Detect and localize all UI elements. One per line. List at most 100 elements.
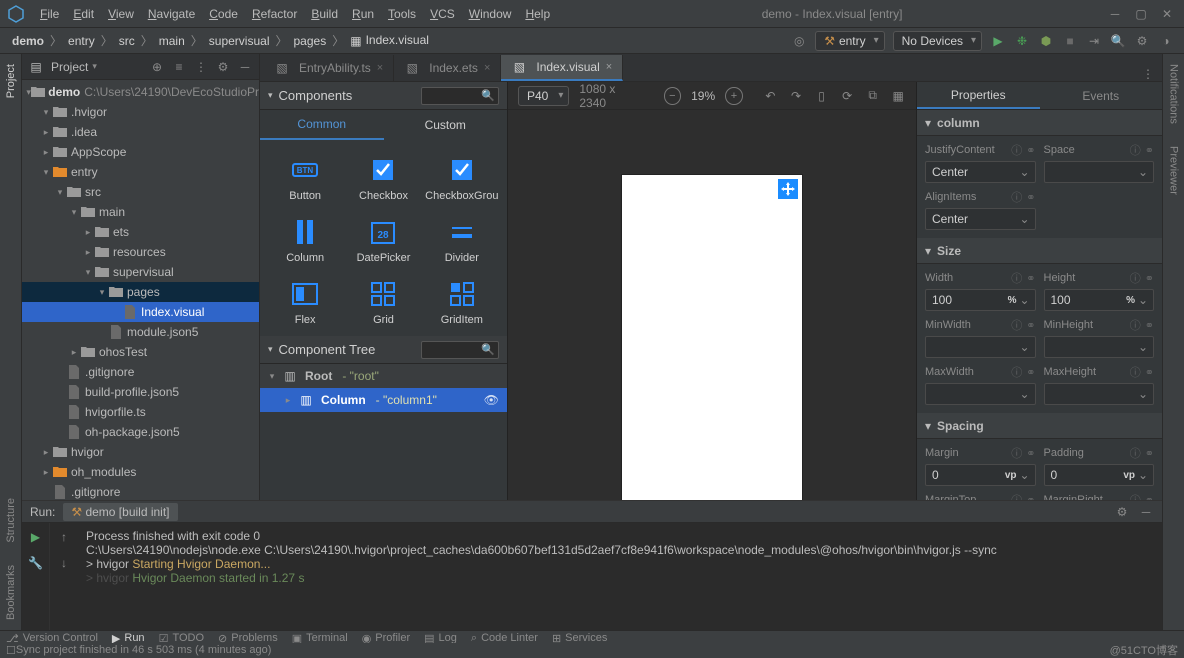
link-icon[interactable]: ⚭ <box>1026 272 1035 285</box>
components-search[interactable]: 🔍 <box>421 87 499 105</box>
ctree-column[interactable]: ▸▥Column- "column1"👁 <box>260 388 507 412</box>
component-tree-search[interactable]: 🔍 <box>421 341 499 359</box>
field-margin[interactable]: 0vp <box>925 464 1036 486</box>
tabs-more-icon[interactable]: ⋮ <box>1134 67 1162 81</box>
debug-icon[interactable]: ❉ <box>1014 33 1030 49</box>
field-padding[interactable]: 0vp <box>1044 464 1155 486</box>
gutter-tab-structure[interactable]: Structure <box>5 494 17 547</box>
rotate-icon[interactable]: ⟳ <box>839 88 855 104</box>
breadcrumb-entry[interactable]: entry <box>66 34 97 48</box>
down-icon[interactable]: ↓ <box>56 555 72 571</box>
link-icon[interactable]: ⚭ <box>1026 319 1035 332</box>
link-icon[interactable]: ⚭ <box>1145 144 1154 157</box>
breadcrumb-demo[interactable]: demo <box>10 34 46 48</box>
field-space[interactable] <box>1044 161 1155 183</box>
tree-item-.idea[interactable]: ▸.idea <box>22 122 259 142</box>
field-maxwidth[interactable] <box>925 383 1036 405</box>
group-column[interactable]: ▾column <box>917 110 1162 136</box>
gutter-tab-project[interactable]: Project <box>5 60 17 102</box>
link-icon[interactable]: ⚭ <box>1145 319 1154 332</box>
settings-icon[interactable]: ⚙ <box>1134 33 1150 49</box>
undo-icon[interactable]: ↶ <box>763 88 779 104</box>
collapse-icon[interactable]: ⋮ <box>193 59 209 75</box>
menu-refactor[interactable]: Refactor <box>246 5 303 23</box>
field-height[interactable]: 100% <box>1044 289 1155 311</box>
palette-tab-custom[interactable]: Custom <box>384 110 508 140</box>
palette-tab-common[interactable]: Common <box>260 110 384 140</box>
console-settings-icon[interactable]: ⚙ <box>1114 504 1130 520</box>
link-icon[interactable]: ⚭ <box>1145 447 1154 460</box>
tree-item-module.json5[interactable]: module.json5 <box>22 322 259 342</box>
menu-view[interactable]: View <box>102 5 140 23</box>
chevron-down-icon[interactable]: ▾ <box>268 90 273 101</box>
breadcrumb-pages[interactable]: pages <box>292 34 329 48</box>
profile-icon[interactable]: ◑ <box>1158 33 1174 49</box>
copy-icon[interactable]: ⧉ <box>865 88 881 104</box>
redo-icon[interactable]: ↷ <box>788 88 804 104</box>
field-minwidth[interactable] <box>925 336 1036 358</box>
info-icon[interactable]: ⓘ <box>1011 142 1022 158</box>
info-icon[interactable]: ⓘ <box>1011 317 1022 333</box>
zoom-out-button[interactable]: − <box>664 87 682 105</box>
tree-item-build-profile.json5[interactable]: build-profile.json5 <box>22 382 259 402</box>
props-tab-events[interactable]: Events <box>1040 82 1163 109</box>
info-icon[interactable]: ⓘ <box>1011 270 1022 286</box>
tree-item-ohosTest[interactable]: ▸ohosTest <box>22 342 259 362</box>
tree-item-.gitignore[interactable]: .gitignore <box>22 482 259 502</box>
chevron-down-icon[interactable]: ▾ <box>92 61 97 72</box>
tree-item-.gitignore[interactable]: .gitignore <box>22 362 259 382</box>
tree-item-AppScope[interactable]: ▸AppScope <box>22 142 259 162</box>
breadcrumb-supervisual[interactable]: supervisual <box>207 34 272 48</box>
editor-tab-Index.ets[interactable]: ▧Index.ets× <box>394 55 501 81</box>
component-button[interactable]: BTNButton <box>266 150 344 206</box>
link-icon[interactable]: ⚭ <box>1026 144 1035 157</box>
info-icon[interactable]: ⓘ <box>1130 142 1141 158</box>
link-icon[interactable]: ⚭ <box>1145 366 1154 379</box>
run-config-combo[interactable]: ⚒entry <box>815 31 884 51</box>
component-checkbox[interactable]: Checkbox <box>344 150 422 206</box>
group-spacing[interactable]: ▾Spacing <box>917 413 1162 439</box>
breadcrumb-main[interactable]: main <box>157 34 187 48</box>
tree-item-ets[interactable]: ▸ets <box>22 222 259 242</box>
link-icon[interactable]: ⚭ <box>1026 447 1035 460</box>
wrench-icon[interactable]: 🔧 <box>28 555 44 571</box>
coverage-icon[interactable]: ⬢ <box>1038 33 1054 49</box>
grid-icon[interactable]: ▦ <box>890 88 906 104</box>
expand-icon[interactable]: ≡ <box>171 59 187 75</box>
menu-run[interactable]: Run <box>346 5 380 23</box>
close-icon[interactable]: × <box>484 62 490 74</box>
field-maxheight[interactable] <box>1044 383 1155 405</box>
gutter-tab-bookmarks[interactable]: Bookmarks <box>5 561 17 624</box>
rerun-icon[interactable]: ▶ <box>28 529 44 545</box>
component-datepicker[interactable]: 28DatePicker <box>344 212 422 268</box>
close-icon[interactable]: ✕ <box>1160 7 1174 21</box>
tree-item-hvigor[interactable]: ▸hvigor <box>22 442 259 462</box>
menu-help[interactable]: Help <box>519 5 556 23</box>
close-icon[interactable]: × <box>377 62 383 74</box>
tree-item-main[interactable]: ▾main <box>22 202 259 222</box>
props-tab-properties[interactable]: Properties <box>917 82 1040 109</box>
link-icon[interactable]: ⚭ <box>1026 191 1035 204</box>
field-alignitems[interactable]: Center <box>925 208 1036 230</box>
close-icon[interactable]: × <box>606 61 612 73</box>
info-icon[interactable]: ⓘ <box>1130 270 1141 286</box>
field-width[interactable]: 100% <box>925 289 1036 311</box>
console-hide-icon[interactable]: ─ <box>1138 504 1154 520</box>
component-flex[interactable]: Flex <box>266 274 344 330</box>
select-opened-icon[interactable]: ⊕ <box>149 59 165 75</box>
tree-item-.hvigor[interactable]: ▾.hvigor <box>22 102 259 122</box>
device-select[interactable]: P40 <box>518 86 569 106</box>
tree-item-oh-package.json5[interactable]: oh-package.json5 <box>22 422 259 442</box>
breadcrumb-Index.visual[interactable]: ▦Index.visual <box>348 33 431 48</box>
tree-item-hvigorfile.ts[interactable]: hvigorfile.ts <box>22 402 259 422</box>
menu-navigate[interactable]: Navigate <box>142 5 201 23</box>
phone-icon[interactable]: ▯ <box>814 88 830 104</box>
editor-tab-Index.visual[interactable]: ▧Index.visual× <box>501 55 623 81</box>
zoom-in-button[interactable]: + <box>725 87 743 105</box>
gutter-tab-notifications[interactable]: Notifications <box>1168 60 1180 128</box>
field-justifycontent[interactable]: Center <box>925 161 1036 183</box>
link-icon[interactable]: ⚭ <box>1026 366 1035 379</box>
tree-item-pages[interactable]: ▾pages <box>22 282 259 302</box>
menu-code[interactable]: Code <box>203 5 244 23</box>
maximize-icon[interactable]: ▢ <box>1134 7 1148 21</box>
